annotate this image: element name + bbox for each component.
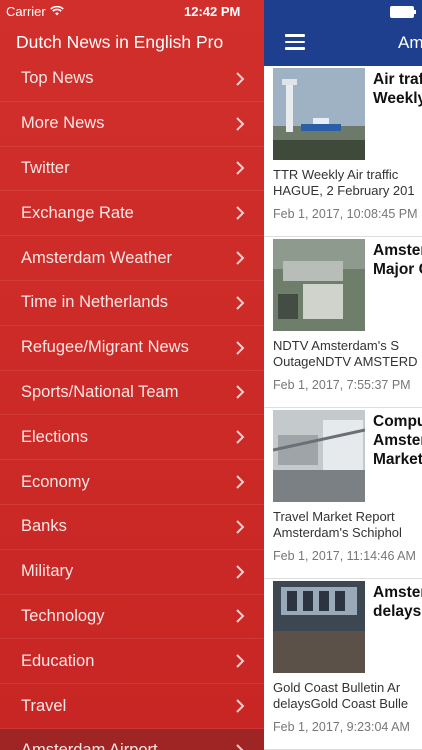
- article-title: Amster Major C: [373, 242, 422, 278]
- menu-item-banks[interactable]: Banks: [0, 505, 264, 550]
- menu-item-top-news[interactable]: Top News: [0, 57, 264, 102]
- main-content: Am Air traf Weekly TTR Weekly Air traffi…: [264, 0, 422, 750]
- chevron-right-icon: [234, 116, 246, 131]
- menu-item-economy[interactable]: Economy: [0, 460, 264, 505]
- chevron-right-icon: [234, 699, 246, 713]
- battery-icon: [390, 6, 416, 18]
- chevron-right-icon: [234, 475, 246, 489]
- chevron-right-icon: [234, 520, 246, 534]
- menu-item-label: More News: [21, 114, 105, 133]
- article-description: Travel Market Report Amsterdam's Schipho…: [273, 509, 402, 540]
- menu-item-label: Twitter: [21, 158, 70, 177]
- menu-item-label: Top News: [21, 69, 94, 88]
- chevron-right-icon: [234, 654, 246, 668]
- article-item[interactable]: Amster Major C NDTV Amsterdam's S Outage…: [264, 237, 422, 408]
- nav-title: Am: [398, 33, 422, 52]
- menu-item-elections[interactable]: Elections: [0, 415, 264, 461]
- menu-item-label: Refugee/Migrant News: [21, 338, 189, 357]
- menu-item-exchange-rate[interactable]: Exchange Rate: [0, 191, 264, 237]
- menu-item-sports-national-team[interactable]: Sports/National Team: [0, 371, 264, 416]
- chevron-right-icon: [234, 430, 246, 444]
- article-thumbnail: [273, 581, 365, 673]
- menu-item-label: Economy: [21, 472, 90, 491]
- menu-item-travel[interactable]: Travel: [0, 684, 264, 729]
- status-time: 12:42 PM: [184, 4, 241, 19]
- article-date: Feb 1, 2017, 11:14:46 AM: [273, 549, 416, 563]
- article-title: Compu Amster Market: [373, 413, 422, 468]
- article-description: TTR Weekly Air traffic HAGUE, 2 February…: [273, 167, 415, 198]
- drawer-title: Dutch News in English Pro: [16, 32, 224, 52]
- menu-item-military[interactable]: Military: [0, 550, 264, 595]
- chevron-right-icon: [234, 564, 246, 579]
- chevron-right-icon: [234, 340, 246, 355]
- chevron-right-icon: [234, 609, 246, 624]
- chevron-right-icon: [234, 161, 246, 176]
- article-date: Feb 1, 2017, 7:55:37 PM: [273, 378, 411, 392]
- menu-item-amsterdam-airport[interactable]: Amsterdam Airport: [0, 728, 264, 750]
- menu-item-education[interactable]: Education: [0, 639, 264, 685]
- menu-item-refugee-migrant-news[interactable]: Refugee/Migrant News: [0, 326, 264, 371]
- chevron-right-icon: [234, 744, 246, 750]
- hamburger-menu-icon[interactable]: [285, 34, 305, 50]
- menu-item-label: Amsterdam Airport: [21, 741, 158, 750]
- article-thumbnail: [273, 68, 365, 160]
- menu-item-label: Banks: [21, 517, 67, 536]
- drawer-menu: Top News More News Twitter Exchange Rate…: [0, 57, 264, 750]
- menu-item-label: Exchange Rate: [21, 203, 134, 222]
- article-thumbnail: [273, 239, 365, 331]
- menu-item-more-news[interactable]: More News: [0, 102, 264, 147]
- menu-item-label: Military: [21, 562, 74, 581]
- article-description: Gold Coast Bulletin Ar delaysGold Coast …: [273, 680, 409, 711]
- chevron-right-icon: [234, 72, 246, 86]
- menu-item-label: Education: [21, 651, 95, 670]
- article-title: Amster delays: [373, 584, 422, 620]
- menu-item-label: Sports/National Team: [21, 382, 179, 401]
- article-item[interactable]: Compu Amster Market Travel Market Report…: [264, 408, 422, 579]
- menu-item-time-in-netherlands[interactable]: Time in Netherlands: [0, 281, 264, 326]
- menu-item-label: Travel: [21, 696, 67, 715]
- menu-item-twitter[interactable]: Twitter: [0, 147, 264, 192]
- article-item[interactable]: Air traf Weekly TTR Weekly Air traffic H…: [264, 66, 422, 237]
- article-thumbnail: [272, 410, 366, 502]
- menu-item-label: Technology: [21, 606, 105, 625]
- article-date: Feb 1, 2017, 10:08:45 PM: [273, 207, 418, 221]
- chevron-right-icon: [234, 251, 246, 265]
- wifi-icon: [49, 4, 64, 19]
- menu-item-technology[interactable]: Technology: [0, 595, 264, 640]
- article-date: Feb 1, 2017, 9:23:04 AM: [273, 720, 410, 734]
- article-title: Air traf Weekly: [373, 71, 422, 107]
- article-description: NDTV Amsterdam's S OutageNDTV AMSTERD: [273, 338, 418, 369]
- article-item[interactable]: Amster delays Gold Coast Bulletin Ar del…: [264, 579, 422, 750]
- menu-item-label: Time in Netherlands: [21, 293, 169, 312]
- menu-item-amsterdam-weather[interactable]: Amsterdam Weather: [0, 236, 264, 281]
- chevron-right-icon: [234, 296, 246, 310]
- side-drawer: Dutch News in English Pro Top News More …: [0, 0, 264, 750]
- status-carrier-group: Carrier: [6, 4, 64, 19]
- chevron-right-icon: [234, 385, 246, 400]
- carrier-label: Carrier: [6, 4, 46, 19]
- menu-item-label: Elections: [21, 427, 88, 446]
- chevron-right-icon: [234, 206, 246, 220]
- menu-item-label: Amsterdam Weather: [21, 248, 172, 267]
- status-bar: Carrier 12:42 PM: [0, 0, 422, 22]
